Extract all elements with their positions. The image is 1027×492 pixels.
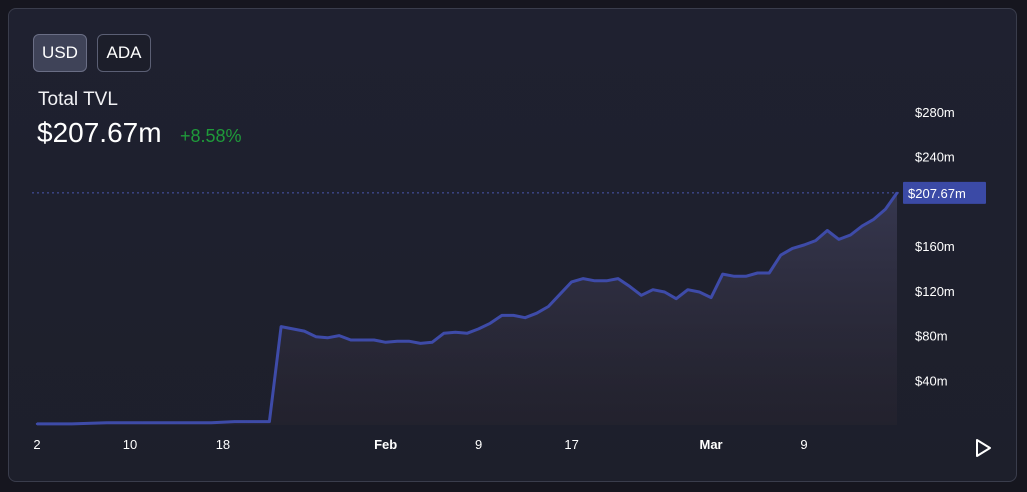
- data-point: [884, 208, 887, 211]
- x-tick-label: 17: [564, 437, 578, 452]
- data-point: [802, 243, 806, 247]
- series-area: [37, 192, 897, 425]
- data-point: [175, 421, 178, 424]
- y-tick-label: $40m: [915, 373, 948, 388]
- data-point: [593, 279, 596, 282]
- data-point: [651, 288, 655, 291]
- data-point: [558, 293, 562, 296]
- data-point: [849, 233, 852, 237]
- data-point: [663, 290, 666, 294]
- data-point: [35, 422, 39, 426]
- data-point: [756, 271, 759, 275]
- current-value-label: $207.67m: [908, 186, 966, 201]
- x-tick-label: Mar: [699, 437, 722, 452]
- x-tick-label: Feb: [374, 437, 397, 452]
- data-point: [407, 340, 411, 343]
- data-point: [628, 285, 631, 288]
- data-point: [268, 420, 271, 423]
- y-tick-label: $80m: [915, 329, 948, 344]
- x-tick-label: 9: [475, 437, 482, 452]
- data-point: [140, 421, 143, 424]
- data-point: [279, 325, 283, 328]
- data-point: [744, 275, 748, 278]
- data-point: [872, 218, 875, 221]
- y-tick-label: $280m: [915, 105, 955, 120]
- data-point: [372, 338, 376, 342]
- data-point: [582, 277, 585, 280]
- data-point: [686, 288, 689, 291]
- data-point: [419, 342, 422, 345]
- data-point: [512, 314, 515, 317]
- y-tick-label: $120m: [915, 284, 955, 299]
- data-point: [477, 327, 480, 331]
- y-tick-label: $160m: [915, 239, 955, 254]
- data-point: [465, 332, 469, 335]
- data-point: [895, 191, 899, 195]
- data-point: [570, 280, 573, 284]
- data-point: [523, 316, 527, 319]
- data-point: [791, 247, 794, 250]
- data-point: [233, 420, 236, 423]
- data-point: [698, 290, 701, 294]
- data-point: [70, 422, 74, 426]
- data-point: [454, 331, 457, 334]
- data-point: [675, 297, 678, 300]
- x-tick-label: 10: [123, 437, 137, 452]
- y-tick-label: $240m: [915, 150, 955, 165]
- data-point: [361, 338, 364, 342]
- tvl-area-chart: $40m $80m $120m $160m $240m $280m $207.67m 2 10 1…: [32, 105, 986, 452]
- data-point: [500, 314, 504, 317]
- data-point: [349, 338, 352, 342]
- data-point: [489, 322, 492, 325]
- play-icon[interactable]: [972, 437, 994, 459]
- data-point: [814, 239, 817, 242]
- data-point: [837, 238, 841, 241]
- data-point: [326, 336, 329, 339]
- data-point: [210, 421, 213, 424]
- data-point: [245, 420, 248, 423]
- data-point: [605, 279, 608, 282]
- data-point: [303, 329, 306, 333]
- data-point: [721, 272, 724, 276]
- data-point: [547, 305, 550, 308]
- data-point: [314, 335, 318, 338]
- data-point: [535, 312, 538, 315]
- data-point: [709, 296, 713, 299]
- x-tick-label: 9: [800, 437, 807, 452]
- data-point: [616, 277, 620, 280]
- data-point: [430, 341, 434, 344]
- data-point: [291, 327, 294, 331]
- data-point: [826, 229, 829, 232]
- x-tick-label: 18: [216, 437, 230, 452]
- data-point: [779, 253, 782, 257]
- data-point: [640, 294, 643, 297]
- data-point: [396, 340, 399, 343]
- data-point: [384, 341, 387, 344]
- data-point: [338, 334, 341, 337]
- data-point: [105, 421, 108, 424]
- data-point: [768, 271, 771, 275]
- data-point: [860, 224, 864, 228]
- x-tick-label: 2: [33, 437, 40, 452]
- data-point: [733, 275, 736, 278]
- data-point: [442, 332, 445, 335]
